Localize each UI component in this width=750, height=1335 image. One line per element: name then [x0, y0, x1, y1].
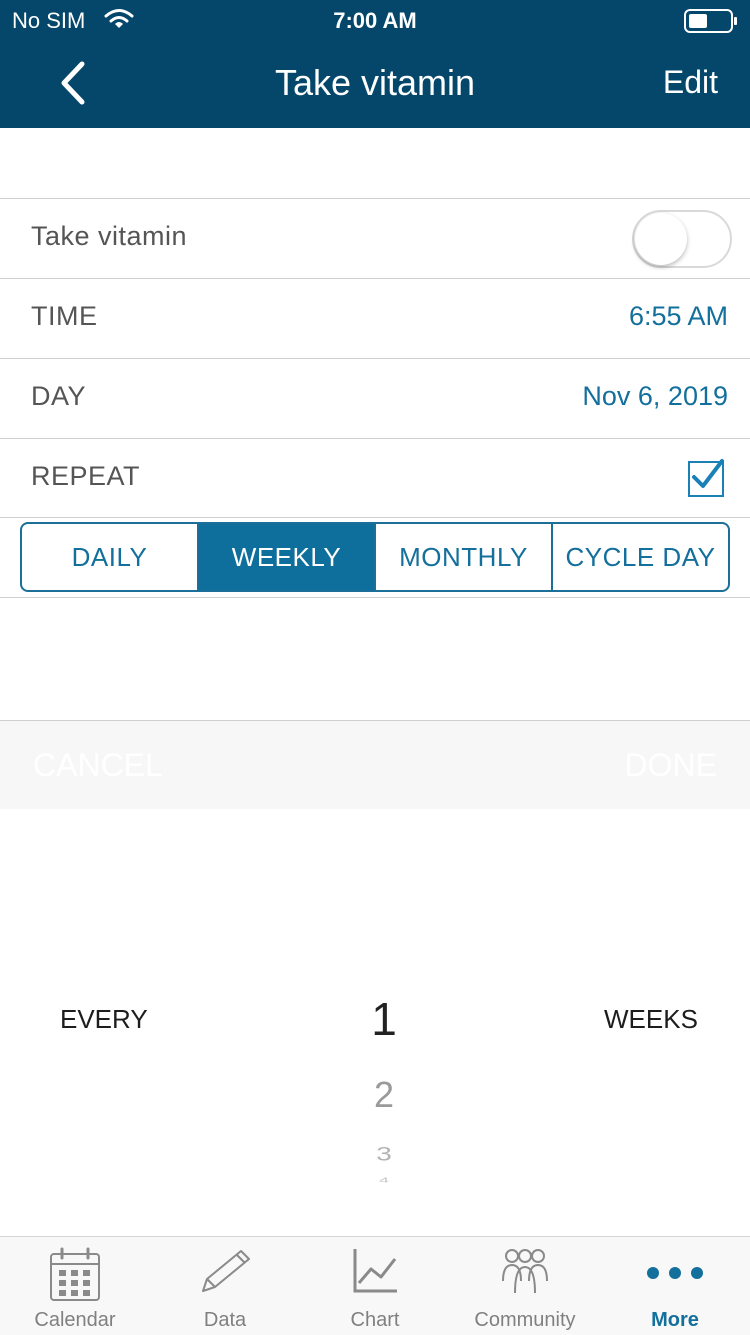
- segment-cycle-day[interactable]: CYCLE DAY: [553, 524, 728, 590]
- repeat-label: REPEAT: [31, 461, 141, 491]
- battery-icon: [684, 9, 738, 39]
- time-value[interactable]: 6:55 AM: [629, 301, 728, 332]
- edit-button[interactable]: Edit: [663, 64, 718, 101]
- top-bar: No SIM 7:00 AM Take vitamin Edit: [0, 0, 750, 128]
- pencil-icon: [202, 1250, 250, 1292]
- picker-value[interactable]: 3: [0, 1143, 750, 1165]
- checkmark-icon: [692, 459, 724, 488]
- segment-monthly[interactable]: MONTHLY: [376, 524, 553, 590]
- line-chart-icon: [353, 1249, 397, 1293]
- segment-daily[interactable]: DAILY: [22, 524, 199, 590]
- divider: [0, 517, 750, 518]
- tab-chart[interactable]: Chart: [300, 1237, 450, 1335]
- tab-label: Chart: [350, 1309, 400, 1331]
- reminder-toggle[interactable]: [632, 210, 732, 268]
- picker-value[interactable]: 2: [0, 1074, 750, 1116]
- status-time: 7:00 AM: [333, 8, 417, 33]
- day-value[interactable]: Nov 6, 2019: [582, 381, 728, 412]
- cancel-button[interactable]: CANCEL: [33, 747, 163, 784]
- picker-value-selected[interactable]: 1: [0, 992, 750, 1046]
- tab-label: Community: [474, 1309, 576, 1331]
- picker-fade-clip: 4: [0, 1176, 750, 1190]
- repeat-row: REPEAT: [0, 438, 750, 518]
- tab-label: Data: [203, 1309, 247, 1331]
- reminder-name: Take vitamin: [31, 221, 188, 251]
- tab-label: More: [651, 1309, 699, 1331]
- day-row[interactable]: DAY Nov 6, 2019: [0, 358, 750, 438]
- toggle-knob: [635, 213, 687, 265]
- tab-label: Calendar: [34, 1309, 116, 1331]
- done-button[interactable]: DONE: [625, 747, 717, 784]
- time-label: TIME: [31, 301, 98, 331]
- picker-toolbar: CANCEL DONE: [0, 720, 750, 809]
- page-title: Take vitamin: [274, 62, 476, 103]
- tab-calendar[interactable]: Calendar: [0, 1237, 150, 1335]
- status-bar: No SIM 7:00 AM: [0, 0, 750, 40]
- divider: [0, 597, 750, 598]
- more-dots-icon: [647, 1267, 703, 1279]
- tab-more[interactable]: More: [600, 1237, 750, 1335]
- community-icon: [502, 1249, 548, 1294]
- tab-bar: Calendar Data Chart Community More: [0, 1236, 750, 1335]
- reminder-toggle-row: Take vitamin: [0, 198, 750, 278]
- tab-community[interactable]: Community: [450, 1237, 600, 1335]
- day-label: DAY: [31, 381, 87, 411]
- segment-weekly[interactable]: WEEKLY: [199, 524, 376, 590]
- picker-value[interactable]: 4: [0, 1176, 750, 1184]
- repeat-checkbox[interactable]: [688, 459, 724, 497]
- tab-data[interactable]: Data: [150, 1237, 300, 1335]
- calendar-icon: [50, 1247, 100, 1301]
- repeat-frequency-segmented: DAILY WEEKLY MONTHLY CYCLE DAY: [20, 522, 730, 592]
- time-row[interactable]: TIME 6:55 AM: [0, 278, 750, 358]
